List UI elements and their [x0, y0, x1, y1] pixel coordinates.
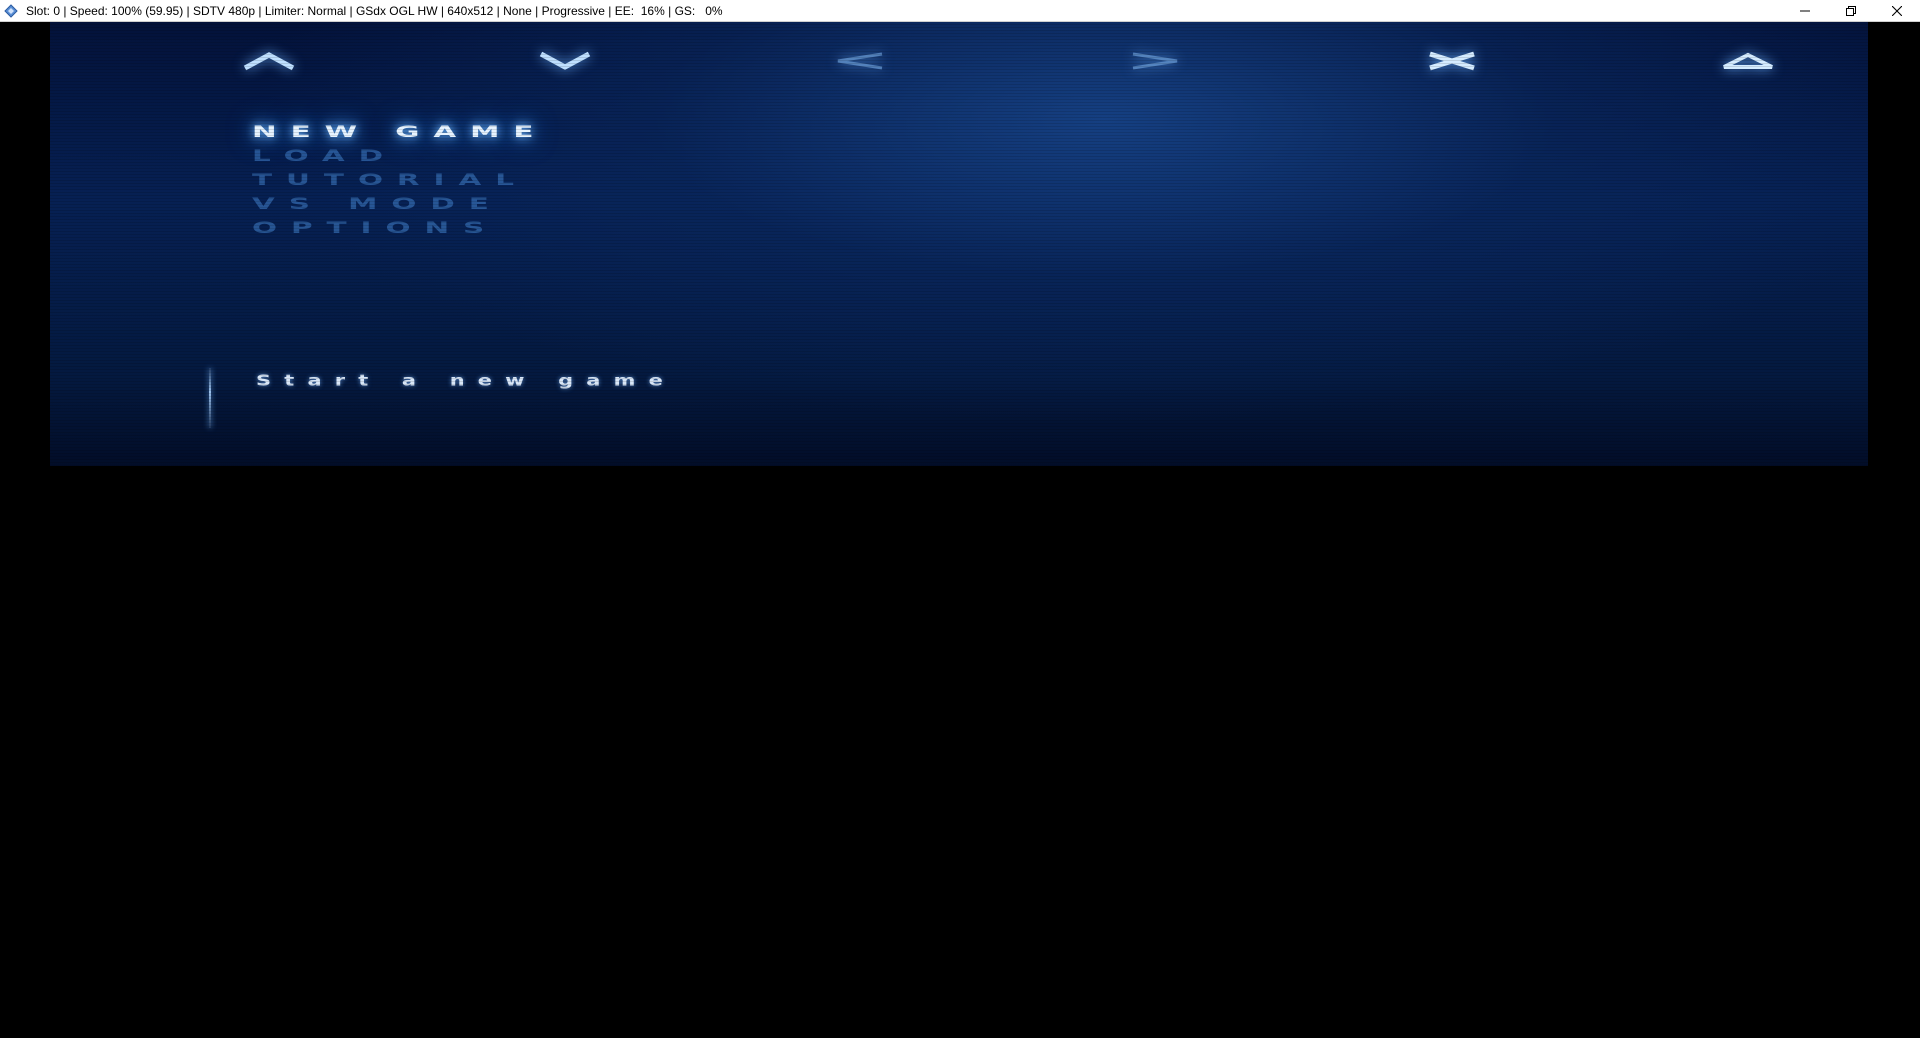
- menu-description: Start a new game: [256, 372, 676, 390]
- emulator-viewport: NEW GAME LOAD TUTORIAL VS MODE OPTIONS S…: [0, 22, 1920, 1038]
- menu-item-vs-mode[interactable]: VS MODE: [252, 194, 547, 214]
- window-controls: [1782, 0, 1920, 22]
- right-arrow-icon: [1120, 46, 1190, 76]
- up-arrow-icon: [234, 46, 304, 76]
- window-title: Slot: 0 | Speed: 100% (59.95) | SDTV 480…: [26, 3, 723, 18]
- close-button[interactable]: [1874, 0, 1920, 22]
- menu-item-new-game[interactable]: NEW GAME: [252, 122, 547, 142]
- menu-item-options[interactable]: OPTIONS: [252, 218, 547, 238]
- window-titlebar[interactable]: Slot: 0 | Speed: 100% (59.95) | SDTV 480…: [0, 0, 1920, 22]
- close-icon: [1892, 6, 1902, 16]
- triangle-icon: [1713, 46, 1783, 76]
- down-arrow-icon: [530, 46, 600, 76]
- menu-item-tutorial[interactable]: TUTORIAL: [252, 170, 547, 190]
- pcsx2-icon: [4, 3, 18, 18]
- restore-button[interactable]: [1828, 0, 1874, 22]
- restore-icon: [1846, 6, 1856, 16]
- minimize-icon: [1800, 10, 1810, 12]
- menu-item-load[interactable]: LOAD: [252, 146, 547, 166]
- game-screen: NEW GAME LOAD TUTORIAL VS MODE OPTIONS S…: [50, 22, 1868, 466]
- main-menu: NEW GAME LOAD TUTORIAL VS MODE OPTIONS: [252, 120, 534, 240]
- description-divider: [209, 368, 211, 428]
- left-arrow-icon: [825, 46, 895, 76]
- cross-icon: [1417, 46, 1487, 76]
- minimize-button[interactable]: [1782, 0, 1828, 22]
